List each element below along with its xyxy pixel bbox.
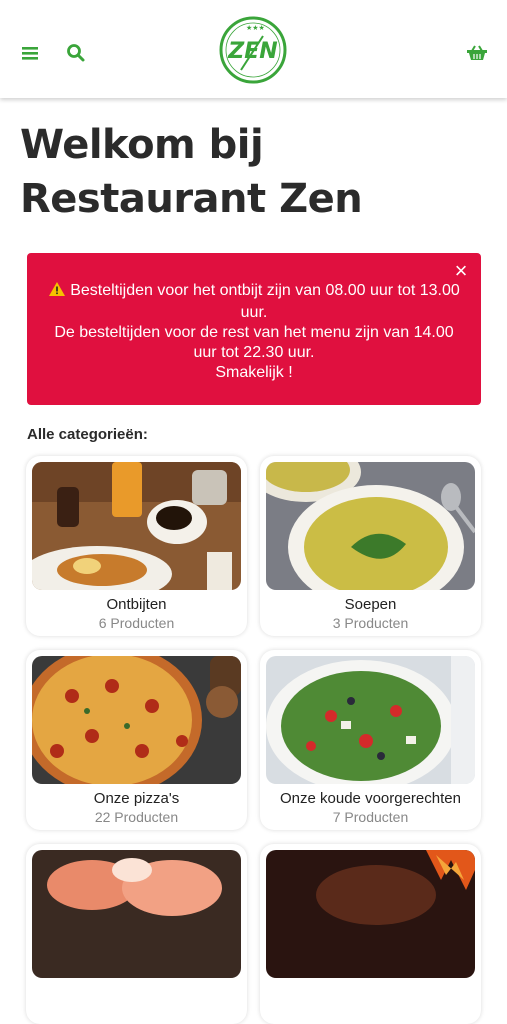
page-title: Welkom bij Restaurant Zen xyxy=(20,122,363,222)
hamburger-menu-icon[interactable] xyxy=(17,40,43,66)
grill-photo xyxy=(266,850,475,978)
category-card-5[interactable] xyxy=(26,844,247,1024)
soup-photo xyxy=(266,462,475,590)
category-name: Soepen xyxy=(344,596,397,613)
category-name: Onze koude voorgerechten xyxy=(280,790,461,807)
alert-line-greeting: Smakelijk ! xyxy=(215,364,293,381)
restaurant-logo[interactable]: ★★★ ZEN xyxy=(219,16,287,84)
category-card-6[interactable] xyxy=(260,844,481,1024)
alert-line-menu: De besteltijden voor de rest van het men… xyxy=(54,324,454,361)
close-icon[interactable]: × xyxy=(451,260,471,282)
top-navigation-bar: ★★★ ZEN xyxy=(0,0,507,98)
shopping-basket-icon[interactable] xyxy=(464,40,490,66)
category-name: Ontbijten xyxy=(106,596,167,613)
category-card-pizzas[interactable]: Onze pizza's 22 Producten xyxy=(26,650,247,830)
category-count: 6 Producten xyxy=(98,615,175,631)
category-card-soepen[interactable]: Soepen 3 Producten xyxy=(260,456,481,636)
seafood-photo xyxy=(32,850,241,978)
category-count: 3 Producten xyxy=(332,615,409,631)
svg-text:★★★: ★★★ xyxy=(246,24,265,32)
salad-photo xyxy=(266,656,475,784)
search-icon[interactable] xyxy=(63,40,89,66)
order-times-alert: × Besteltijden voor het ontbijt zijn van… xyxy=(27,253,481,405)
breakfast-photo xyxy=(32,462,241,590)
pizza-photo xyxy=(32,656,241,784)
warning-icon xyxy=(48,281,66,303)
category-count: 22 Producten xyxy=(94,809,179,825)
alert-line-breakfast: Besteltijden voor het ontbijt zijn van 0… xyxy=(70,282,460,321)
category-card-ontbijten[interactable]: Ontbijten 6 Producten xyxy=(26,456,247,636)
category-name: Onze pizza's xyxy=(93,790,180,807)
category-card-koude-voorgerechten[interactable]: Onze koude voorgerechten 7 Producten xyxy=(260,650,481,830)
categories-heading: Alle categorieën: xyxy=(27,426,148,443)
category-count: 7 Producten xyxy=(332,809,409,825)
